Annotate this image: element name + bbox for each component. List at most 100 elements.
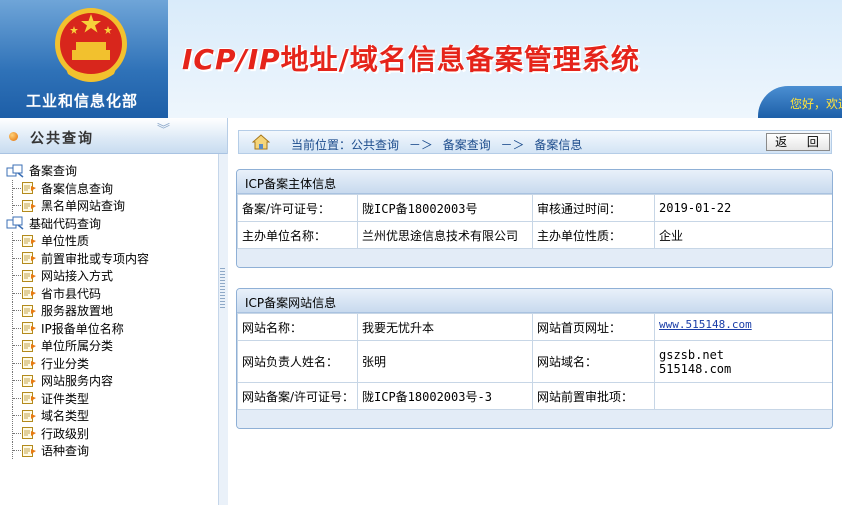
splitter-grip-icon[interactable] — [220, 268, 225, 308]
breadcrumb-item[interactable]: 备案查询 — [443, 138, 491, 152]
sidebar-item-label: IP报备单位名称 — [41, 321, 124, 336]
org-name: 工业和信息化部 — [26, 92, 139, 110]
folder-search-icon — [6, 164, 24, 178]
organizer-name-label: 主办单位名称： — [237, 221, 358, 249]
document-arrow-icon — [22, 252, 36, 265]
document-arrow-icon — [22, 339, 36, 352]
document-arrow-icon — [22, 427, 36, 440]
breadcrumb-prefix: 当前位置： — [291, 138, 352, 152]
bullet-icon — [9, 132, 18, 141]
organizer-type-label: 主办单位性质： — [532, 221, 655, 249]
sidebar-item-label: 网站服务内容 — [41, 374, 114, 389]
tree-connector — [12, 267, 22, 285]
owner-value: 张明 — [357, 340, 533, 383]
organizer-name-value: 兰州优思途信息技术有限公司 — [357, 221, 533, 249]
sidebar-item-label: 黑名单网站查询 — [41, 199, 126, 214]
collapse-chevron-icon[interactable]: ︾ — [157, 124, 170, 137]
preapproval-value — [654, 382, 832, 410]
homepage-cell: www.515148.com — [654, 313, 832, 341]
panel-title: ICP备案网站信息 — [237, 289, 832, 313]
sidebar-item[interactable]: 省市县代码 — [6, 284, 149, 303]
tree-connector — [12, 354, 22, 372]
sidebar-item[interactable]: 前置审批或专项内容 — [6, 249, 150, 268]
sidebar-item[interactable]: 备案信息查询 — [6, 179, 149, 198]
national-emblem-icon — [55, 8, 127, 82]
sidebar-group[interactable]: 基础代码查询 — [6, 215, 149, 233]
record-number-label: 备案/许可证号： — [237, 194, 358, 222]
sidebar-item-label: 证件类型 — [41, 391, 90, 406]
tree-connector — [12, 372, 22, 390]
breadcrumb-separator: －＞ — [408, 138, 433, 152]
sidebar-item-label: 省市县代码 — [41, 286, 102, 301]
record-number-value: 陇ICP备18002003号 — [357, 194, 533, 222]
breadcrumb-path: 当前位置：公共查询 －＞ 备案查询 －＞ 备案信息 — [291, 136, 588, 153]
welcome-text: 您好，欢迎 — [758, 86, 842, 118]
sidebar-item[interactable]: 行政级别 — [6, 424, 149, 443]
sidebar-item-label: 备案信息查询 — [41, 181, 114, 196]
tree-connector — [12, 442, 22, 460]
sidebar-item[interactable]: 单位性质 — [6, 232, 149, 250]
sidebar-title: 公共查询 — [30, 131, 94, 147]
sidebar-item[interactable]: 服务器放置地 — [6, 302, 149, 320]
site-info-table: 网站名称： 我要无忧升本 网站首页网址： www.515148.com 网站负责… — [237, 313, 832, 410]
sidebar-item-label: 语种查询 — [41, 444, 90, 459]
site-name-value: 我要无忧升本 — [357, 313, 533, 341]
document-arrow-icon — [22, 234, 36, 247]
sidebar-item[interactable]: 域名类型 — [6, 407, 149, 425]
sidebar-item[interactable]: IP报备单位名称 — [6, 319, 149, 338]
homepage-label: 网站首页网址： — [532, 313, 655, 341]
breadcrumb-separator: －＞ — [500, 138, 525, 152]
document-arrow-icon — [22, 269, 36, 282]
document-arrow-icon — [22, 287, 36, 300]
document-arrow-icon — [22, 322, 36, 335]
sidebar-item[interactable]: 单位所属分类 — [6, 337, 149, 355]
folder-search-icon — [6, 216, 24, 230]
table-row: 备案/许可证号： 陇ICP备18002003号 审核通过时间： 2019-01-… — [237, 194, 832, 222]
site-record-label: 网站备案/许可证号： — [237, 382, 358, 410]
tree-connector — [12, 389, 22, 407]
sidebar-splitter[interactable] — [218, 154, 228, 505]
sidebar-item-label: 网站接入方式 — [41, 269, 114, 284]
sidebar-group[interactable]: 备案查询 — [6, 162, 149, 180]
owner-label: 网站负责人姓名： — [237, 340, 358, 383]
sidebar-item-label: 前置审批或专项内容 — [41, 251, 150, 266]
sidebar-item[interactable]: 语种查询 — [6, 442, 149, 460]
domain-item: gszsb.net — [659, 347, 725, 362]
approval-time-label: 审核通过时间： — [532, 194, 655, 222]
title-rest: 地址/域名信息备案管理系统 — [280, 43, 640, 76]
tree-connector — [12, 302, 22, 320]
sidebar-item[interactable]: 证件类型 — [6, 389, 149, 408]
sidebar-item-label: 域名类型 — [41, 409, 90, 424]
subject-info-table: 备案/许可证号： 陇ICP备18002003号 审核通过时间： 2019-01-… — [237, 194, 832, 249]
panel-footer — [237, 249, 832, 267]
domain-label: 网站域名： — [532, 340, 655, 383]
sidebar: 公共查询 ︾ 备案查询备案信息查询 黑名单网站查询基础代码查询 单位性质前置审批或专… — [0, 118, 228, 505]
header: 工业和信息化部 ICP/IP地址/域名信息备案管理系统 您好，欢迎 — [0, 0, 842, 118]
back-button[interactable]: 返 回 — [766, 133, 830, 151]
title-latin: ICP/IP — [182, 43, 281, 76]
domain-item: 515148.com — [659, 361, 732, 376]
tree-connector — [12, 197, 22, 215]
homepage-link[interactable]: www.515148.com — [659, 318, 752, 331]
sidebar-group-label: 基础代码查询 — [29, 216, 102, 231]
sidebar-item[interactable]: 网站服务内容 — [6, 372, 149, 390]
nav-tree: 备案查询备案信息查询 黑名单网站查询基础代码查询 单位性质前置审批或专项内容 网站接入… — [6, 162, 149, 460]
sidebar-group-label: 备案查询 — [29, 164, 78, 179]
sidebar-item[interactable]: 网站接入方式 — [6, 267, 149, 285]
sidebar-item-label: 单位性质 — [41, 234, 90, 249]
tree-connector — [12, 319, 22, 337]
main-content: 当前位置：公共查询 －＞ 备案查询 －＞ 备案信息 返 回 ICP备案主体信息 … — [228, 118, 842, 505]
tree-connector — [12, 284, 22, 302]
document-arrow-icon — [22, 304, 36, 317]
tree-connector — [12, 179, 22, 197]
sidebar-header[interactable]: 公共查询 ︾ — [0, 118, 227, 154]
table-row: 网站负责人姓名： 张明 网站域名： gszsb.net 515148.com — [237, 340, 832, 383]
table-row: 主办单位名称： 兰州优思途信息技术有限公司 主办单位性质： 企业 — [237, 221, 832, 249]
document-arrow-icon — [22, 392, 36, 405]
organizer-type-value: 企业 — [654, 221, 832, 249]
home-icon[interactable] — [252, 134, 270, 150]
breadcrumb-item[interactable]: 公共查询 — [351, 138, 399, 152]
sidebar-item[interactable]: 黑名单网站查询 — [6, 197, 149, 215]
panel-title: ICP备案主体信息 — [237, 170, 832, 194]
sidebar-item[interactable]: 行业分类 — [6, 354, 149, 373]
